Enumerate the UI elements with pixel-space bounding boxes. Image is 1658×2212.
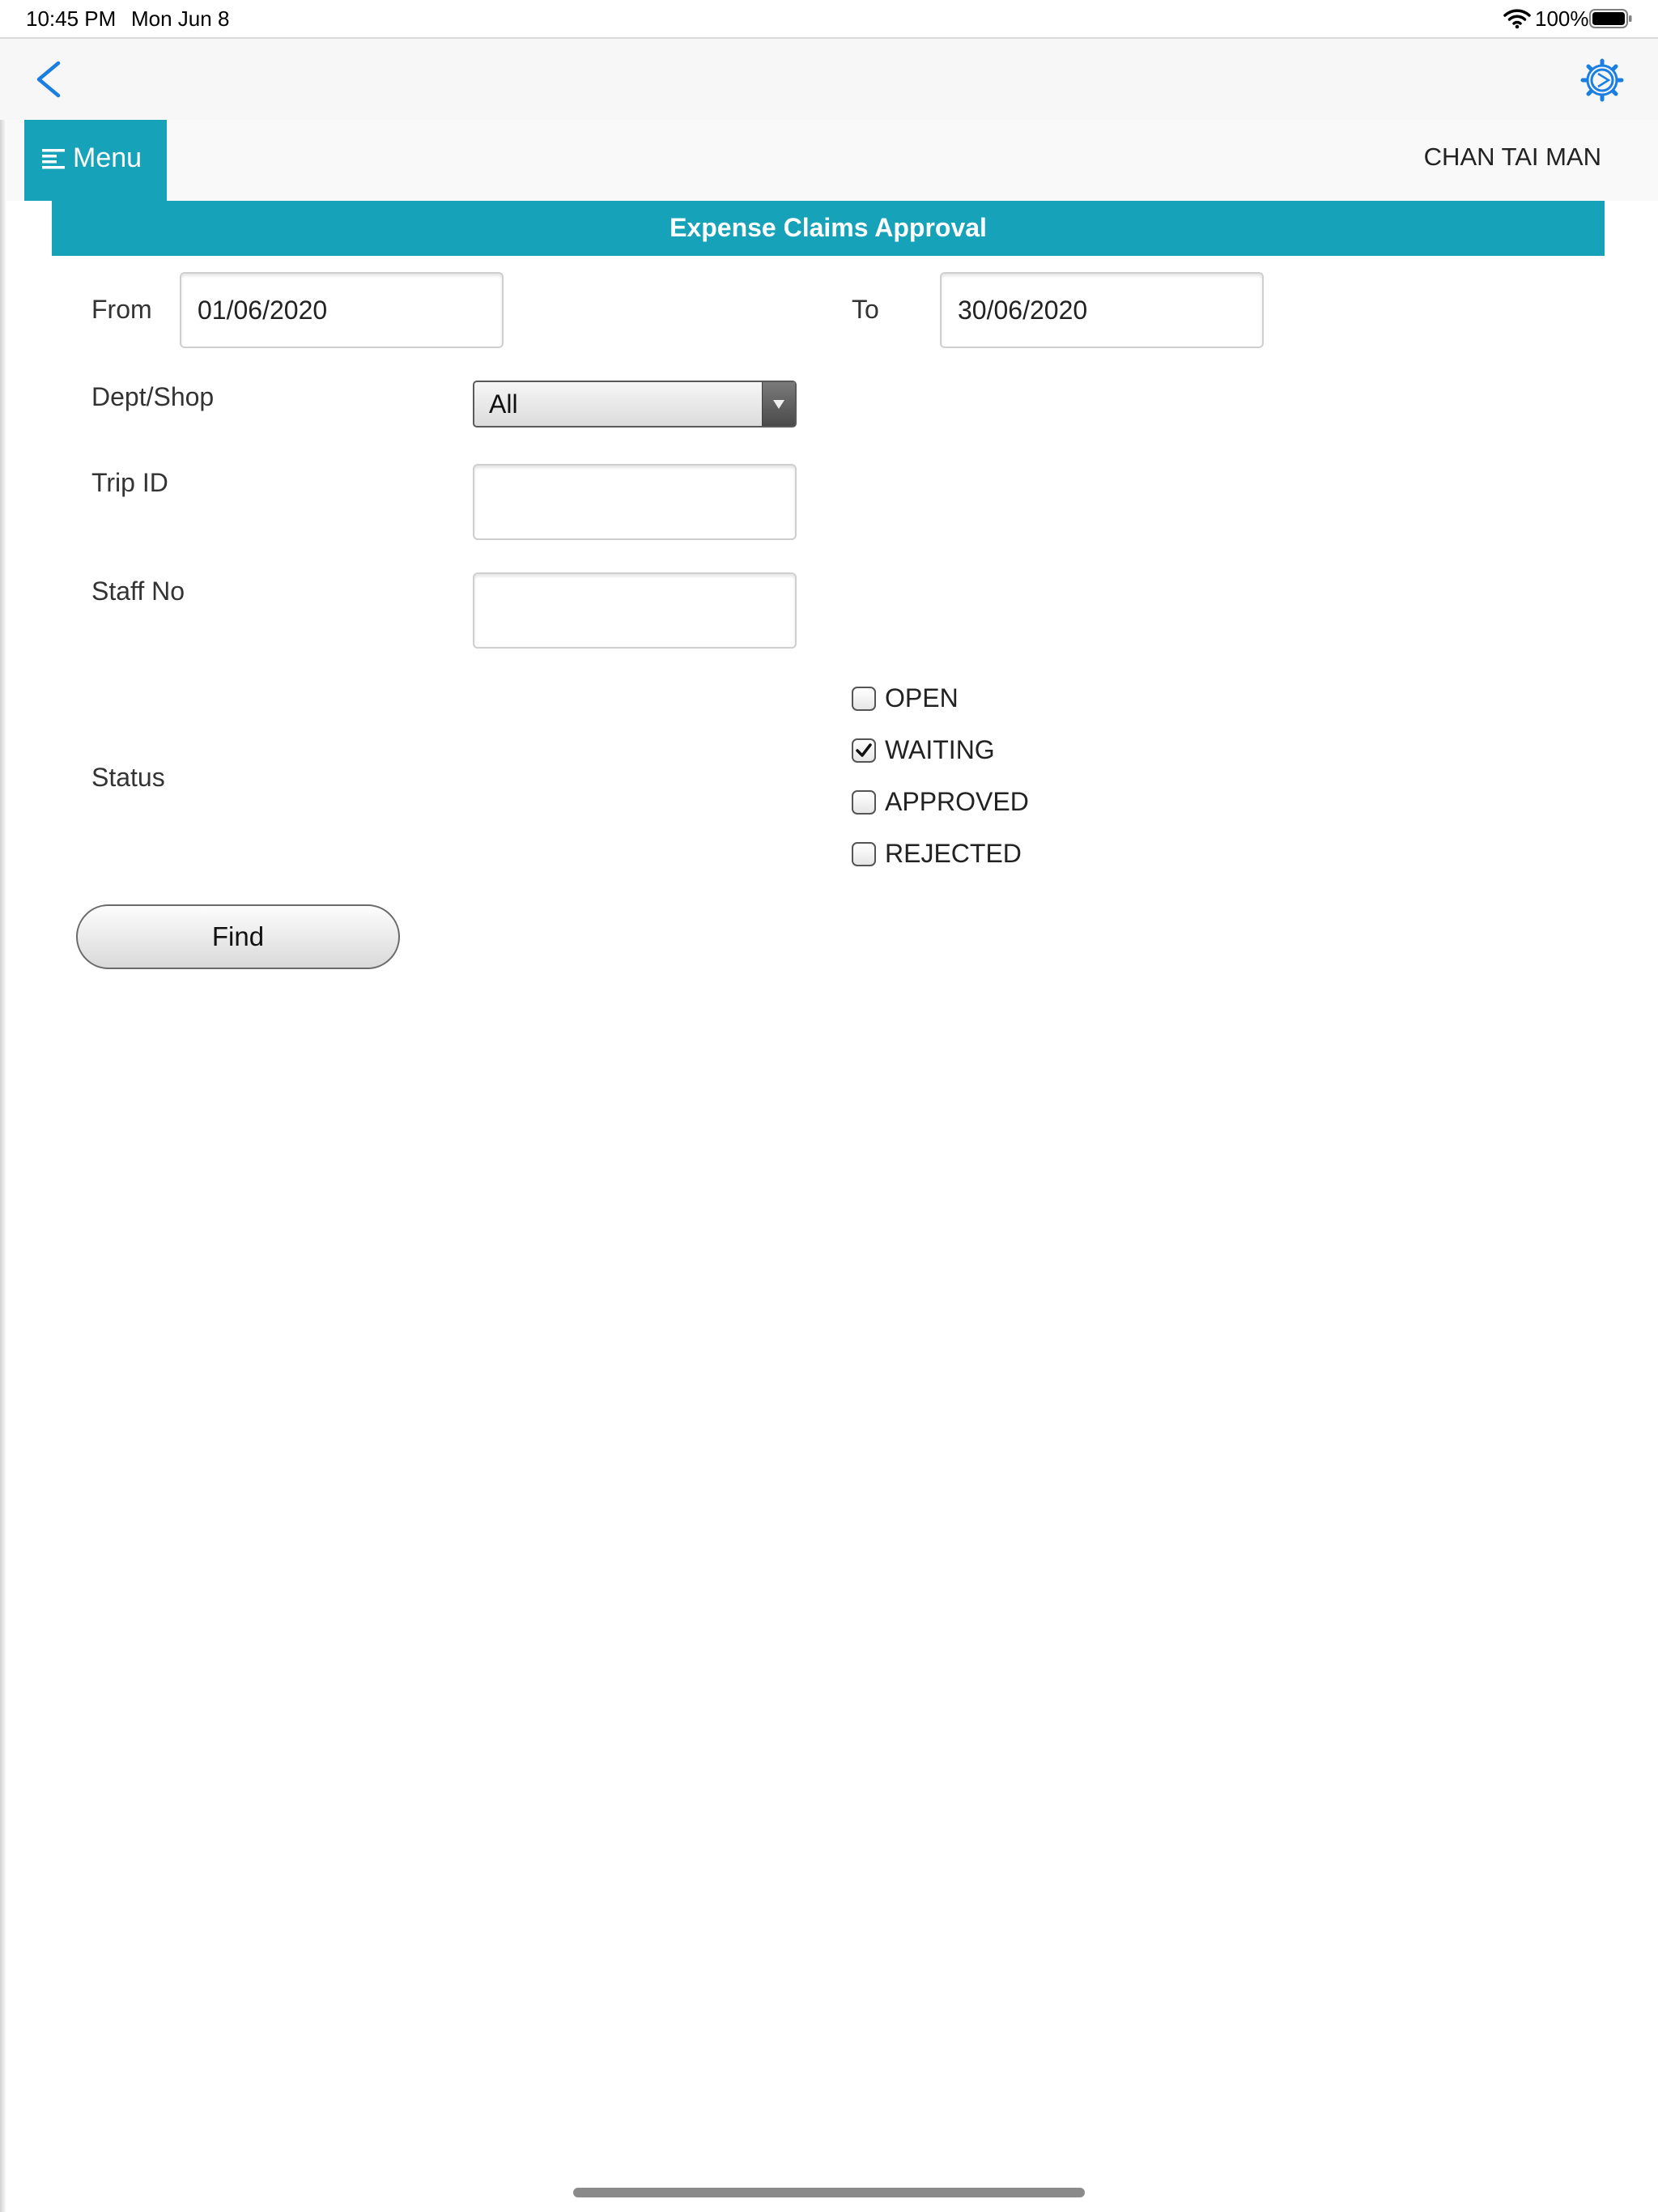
checkmark-icon [856, 743, 872, 757]
staff-no-input[interactable] [473, 572, 797, 649]
checkbox[interactable] [852, 738, 876, 763]
to-label: To [852, 295, 879, 324]
find-button[interactable]: Find [76, 904, 400, 969]
status-option-label: OPEN [885, 683, 959, 713]
trip-id-label: Trip ID [91, 468, 168, 497]
status-date: Mon Jun 8 [131, 6, 230, 31]
status-bar [0, 0, 1658, 39]
gear-icon[interactable] [1579, 57, 1626, 104]
from-label: From [91, 295, 152, 324]
status-option-label: REJECTED [885, 839, 1022, 868]
navigation-bar [0, 39, 1658, 120]
staff-no-label: Staff No [91, 576, 185, 606]
wifi-icon [1503, 9, 1531, 29]
battery-percentage: 100% [1535, 6, 1589, 31]
status-option-label: WAITING [885, 735, 995, 764]
menu-label: Menu [73, 143, 142, 173]
menu-button[interactable]: Menu [24, 120, 167, 201]
user-name: CHAN TAI MAN [1423, 143, 1601, 171]
page-title: Expense Claims Approval [670, 213, 987, 242]
to-date-input[interactable] [940, 272, 1264, 348]
checkbox[interactable] [852, 687, 876, 711]
from-date-input[interactable] [180, 272, 504, 348]
chevron-down-icon [773, 400, 784, 409]
back-chevron-icon[interactable] [29, 55, 70, 104]
page-title-bar: Expense Claims Approval [52, 201, 1605, 256]
dept-shop-select[interactable]: All [473, 381, 797, 428]
status-label: Status [91, 763, 165, 792]
checkbox[interactable] [852, 790, 876, 815]
status-option-label: APPROVED [885, 787, 1029, 816]
hamburger-icon [42, 149, 65, 169]
checkbox[interactable] [852, 842, 876, 866]
dept-shop-selected-value: All [489, 389, 518, 419]
dept-shop-label: Dept/Shop [91, 382, 215, 411]
dropdown-arrow-box [762, 382, 795, 426]
left-edge-shadow [0, 120, 6, 2212]
status-time: 10:45 PM [26, 6, 117, 31]
home-indicator [573, 2188, 1085, 2197]
battery-icon [1589, 9, 1632, 28]
header-row [6, 120, 1658, 201]
trip-id-input[interactable] [473, 464, 797, 540]
